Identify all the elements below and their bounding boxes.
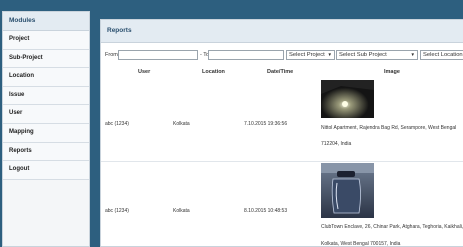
filter-bar: From - To Select Project ▼ Select Sub Pr… (101, 50, 463, 62)
table-row: abc (1234) Kolkata 8.10.2015 10:48:53 Cl… (101, 163, 463, 247)
sidebar-item-reports[interactable]: Reports (3, 142, 89, 162)
row-location: Kolkata (173, 121, 190, 127)
panel-title: Reports (101, 20, 463, 43)
row-location: Kolkata (173, 208, 190, 214)
sidebar-item-location[interactable]: Location (3, 68, 89, 87)
from-date-input[interactable] (118, 50, 198, 60)
row-address-line-2: 712204, India (321, 141, 352, 147)
subproject-select-value: Select Sub Project (339, 52, 387, 58)
row-address-line-2: Kolkata, West Bengal 700157, India (321, 241, 401, 247)
sidebar-item-issue[interactable]: Issue (3, 86, 89, 106)
project-select[interactable]: Select Project ▼ (286, 50, 335, 60)
sidebar-item-logout[interactable]: Logout (3, 161, 89, 180)
row-divider (101, 161, 463, 162)
project-select-value: Select Project (289, 52, 325, 58)
chevron-down-icon: ▼ (410, 52, 415, 57)
row-datetime: 7.10.2015 19:36:56 (244, 121, 288, 127)
row-address-line-1: Nittol Apartment, Rajendra Bag Rd, Seram… (321, 125, 457, 131)
reports-panel: Reports From - To Select Project ▼ Selec… (100, 19, 463, 247)
row-address-line-1: ClubTown Enclave, 26, Chinar Park, Atgha… (321, 224, 463, 230)
report-photo[interactable] (321, 163, 374, 218)
header-location: Location (202, 69, 225, 75)
header-user: User (138, 69, 151, 75)
location-select[interactable]: Select Location (420, 50, 463, 60)
table-row: abc (1234) Kolkata 7.10.2015 19:36:56 Ni… (101, 78, 463, 160)
row-datetime: 8.10.2015 10:48:53 (244, 208, 288, 214)
subproject-select[interactable]: Select Sub Project ▼ (336, 50, 418, 60)
sidebar-item-mapping[interactable]: Mapping (3, 123, 89, 143)
chevron-down-icon: ▼ (327, 52, 332, 57)
sidebar-item-user[interactable]: User (3, 105, 89, 124)
sidebar-modules: Modules Project Sub-Project Location Iss… (2, 11, 90, 247)
from-label: From (105, 52, 118, 58)
sidebar-item-project[interactable]: Project (3, 31, 89, 50)
location-select-value: Select Location (423, 52, 463, 58)
header-datetime: Date/Time (267, 69, 294, 75)
sidebar-title: Modules (3, 12, 89, 31)
sidebar-item-sub-project[interactable]: Sub-Project (3, 49, 89, 69)
row-user: abc (1234) (105, 121, 129, 127)
report-photo[interactable] (321, 80, 374, 118)
to-date-input[interactable] (208, 50, 284, 60)
header-image: Image (384, 69, 400, 75)
row-user: abc (1234) (105, 208, 129, 214)
